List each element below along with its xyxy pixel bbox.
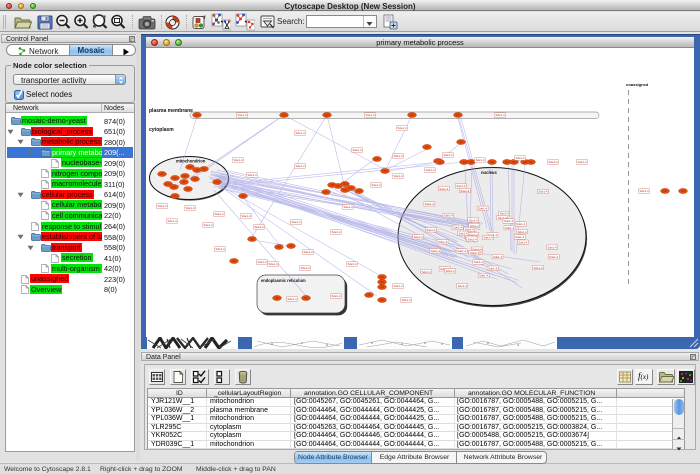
svg-text:Sde1-4: Sde1-4 xyxy=(500,212,509,216)
svg-text:Sde1-4: Sde1-4 xyxy=(456,184,465,188)
svg-text:Sde1-4: Sde1-4 xyxy=(548,245,557,249)
svg-text:Sde1-4: Sde1-4 xyxy=(474,260,483,264)
svg-text:Sde1-4: Sde1-4 xyxy=(347,262,356,266)
svg-text:Sde1-4: Sde1-4 xyxy=(257,260,266,264)
svg-text:Sde1-4: Sde1-4 xyxy=(426,228,435,232)
svg-text:Sde1-4: Sde1-4 xyxy=(493,255,502,259)
svg-text:Sde1-4: Sde1-4 xyxy=(548,160,557,164)
svg-text:Sde1-4: Sde1-4 xyxy=(185,206,194,210)
svg-text:Sde1-4: Sde1-4 xyxy=(157,204,166,208)
svg-text:Sde1-4: Sde1-4 xyxy=(495,113,504,117)
svg-text:Sde1-4: Sde1-4 xyxy=(469,218,478,222)
svg-text:Sde1-4: Sde1-4 xyxy=(515,235,524,239)
svg-text:Sde1-4: Sde1-4 xyxy=(470,224,479,228)
svg-text:Sde1-4: Sde1-4 xyxy=(475,158,484,162)
svg-text:Sde1-4: Sde1-4 xyxy=(504,219,513,223)
svg-text:Sde1-4: Sde1-4 xyxy=(505,226,514,230)
svg-text:Sde1-4: Sde1-4 xyxy=(203,223,212,227)
svg-text:Sde1-4: Sde1-4 xyxy=(393,284,402,288)
svg-text:Sde1-4: Sde1-4 xyxy=(397,126,406,130)
svg-text:Sde1-4: Sde1-4 xyxy=(365,113,374,117)
svg-text:Sde1-4: Sde1-4 xyxy=(478,207,487,211)
svg-text:Sde1-4: Sde1-4 xyxy=(295,131,304,135)
svg-text:Sde1-4: Sde1-4 xyxy=(533,266,542,270)
svg-text:Sde1-4: Sde1-4 xyxy=(439,187,448,191)
svg-text:Sde1-4: Sde1-4 xyxy=(393,154,402,158)
svg-text:Sde1-4: Sde1-4 xyxy=(639,189,648,193)
svg-text:Sde1-4: Sde1-4 xyxy=(414,235,423,239)
svg-text:Sde1-4: Sde1-4 xyxy=(401,298,410,302)
svg-text:Sde1-4: Sde1-4 xyxy=(577,160,586,164)
svg-text:Sde1-4: Sde1-4 xyxy=(458,232,467,236)
svg-text:unassigned: unassigned xyxy=(626,82,649,87)
svg-text:plasma membrane: plasma membrane xyxy=(149,108,193,114)
svg-text:Sde1-4: Sde1-4 xyxy=(453,226,462,230)
svg-text:Sde1-4: Sde1-4 xyxy=(518,240,527,244)
svg-text:Sde1-4: Sde1-4 xyxy=(268,262,277,266)
svg-text:Sde1-4: Sde1-4 xyxy=(233,158,242,162)
svg-text:Sde1-4: Sde1-4 xyxy=(331,230,340,234)
svg-text:nucleus: nucleus xyxy=(481,170,497,175)
svg-text:Sde1-4: Sde1-4 xyxy=(425,202,434,206)
svg-text:Sde1-4: Sde1-4 xyxy=(371,183,380,187)
svg-text:Sde1-4: Sde1-4 xyxy=(479,274,488,278)
svg-text:Sde1-4: Sde1-4 xyxy=(241,214,250,218)
svg-text:Sde1-4: Sde1-4 xyxy=(518,230,527,234)
svg-text:Sde1-4: Sde1-4 xyxy=(393,174,402,178)
svg-text:Sde1-4: Sde1-4 xyxy=(458,284,467,288)
svg-text:Sde1-4: Sde1-4 xyxy=(343,205,352,209)
svg-text:Sde1-4: Sde1-4 xyxy=(167,219,176,223)
svg-text:Sde1-4: Sde1-4 xyxy=(352,148,361,152)
svg-text:Sde1-4: Sde1-4 xyxy=(215,247,224,251)
svg-text:Sde1-4: Sde1-4 xyxy=(431,249,440,253)
svg-text:Sde1-4: Sde1-4 xyxy=(470,251,479,255)
svg-text:Sde1-4: Sde1-4 xyxy=(214,212,223,216)
svg-text:Sde1-4: Sde1-4 xyxy=(515,156,524,160)
svg-text:Sde1-4: Sde1-4 xyxy=(460,189,469,193)
svg-text:endoplasmic reticulum: endoplasmic reticulum xyxy=(261,278,306,283)
svg-text:Sde1-4: Sde1-4 xyxy=(300,266,309,270)
svg-text:Sde1-4: Sde1-4 xyxy=(287,297,296,301)
svg-text:Sde1-4: Sde1-4 xyxy=(516,222,525,226)
svg-text:Sde1-4: Sde1-4 xyxy=(549,255,558,259)
svg-text:Sde1-4: Sde1-4 xyxy=(425,168,434,172)
svg-text:Sde1-4: Sde1-4 xyxy=(444,214,453,218)
svg-text:Sde1-4: Sde1-4 xyxy=(331,294,340,298)
svg-text:Sde1-4: Sde1-4 xyxy=(438,240,447,244)
svg-text:Sde1-4: Sde1-4 xyxy=(446,269,455,273)
svg-text:Sde1-4: Sde1-4 xyxy=(488,266,497,270)
svg-text:Sde1-4: Sde1-4 xyxy=(457,249,466,253)
svg-text:mitochondrion: mitochondrion xyxy=(176,159,206,164)
svg-text:Sde1-4: Sde1-4 xyxy=(303,250,312,254)
svg-text:Sde1-4: Sde1-4 xyxy=(237,113,246,117)
svg-text:Sde1-4: Sde1-4 xyxy=(291,220,300,224)
svg-text:Sde1-4: Sde1-4 xyxy=(422,270,431,274)
svg-text:Sde1-4: Sde1-4 xyxy=(443,153,452,157)
svg-text:Sde1-4: Sde1-4 xyxy=(247,173,256,177)
svg-text:Sde1-4: Sde1-4 xyxy=(483,236,492,240)
svg-text:cytoplasm: cytoplasm xyxy=(149,127,174,133)
svg-text:Sde1-4: Sde1-4 xyxy=(295,164,304,168)
svg-text:Sde1-4: Sde1-4 xyxy=(468,237,477,241)
svg-text:Sde1-4: Sde1-4 xyxy=(254,225,263,229)
svg-text:Sde1-4: Sde1-4 xyxy=(538,190,547,194)
